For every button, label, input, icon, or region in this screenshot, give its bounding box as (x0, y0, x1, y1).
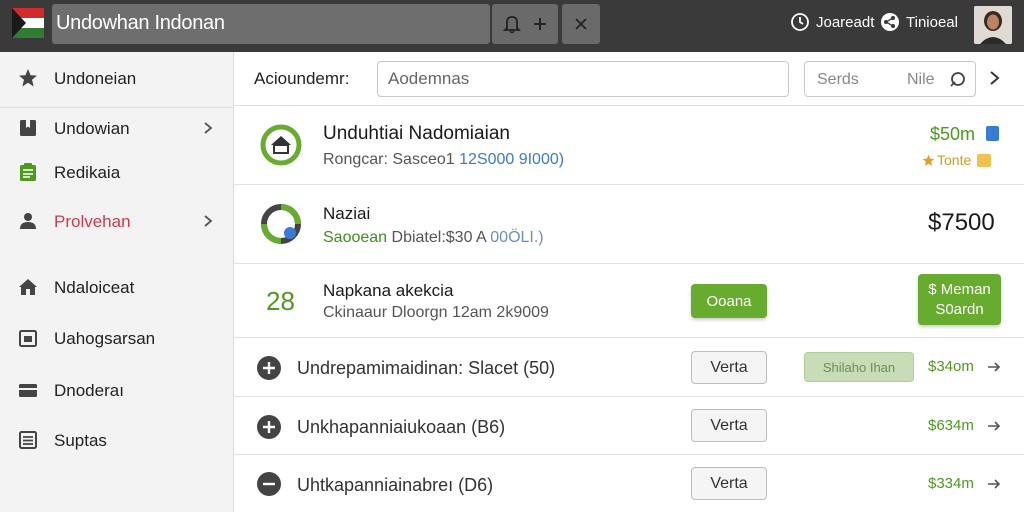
add-circle-icon[interactable] (256, 414, 282, 440)
plus-icon[interactable] (533, 17, 547, 31)
row-number: 28 (266, 286, 295, 316)
arrow-right-icon[interactable] (986, 476, 1002, 492)
card-icon (19, 384, 37, 397)
tools-button[interactable] (562, 4, 600, 44)
add-circle-icon[interactable] (256, 355, 282, 381)
sidebar-item-suptas[interactable]: Suptas (0, 420, 234, 460)
list-item-title: Uhtkapanniainabreı (D6) (297, 475, 494, 495)
clipboard-icon (20, 163, 36, 181)
list-item-title: Undrepamimaidinan: Slacet (50) (297, 358, 556, 378)
avatar[interactable] (974, 6, 1012, 44)
row-sub-value: 12S000 9I000) (459, 151, 565, 168)
share-icon[interactable] (880, 12, 900, 32)
verta-button[interactable]: Verta (691, 467, 767, 500)
sidebar-item-label: Dnoderaı (54, 381, 124, 400)
row-title: Naziai (323, 204, 371, 223)
notification-add-button[interactable] (492, 4, 558, 44)
primary-action-button[interactable]: Ooana (691, 284, 767, 318)
row-sub-prefix: Rongcar: Sasceo1 (323, 151, 455, 168)
sidebar-item-label: Prolvehan (54, 212, 131, 231)
arrow-right-icon[interactable] (986, 359, 1002, 375)
sidebar-item-undowian[interactable]: Undowian (0, 108, 234, 148)
row-price: $7500 (928, 209, 995, 236)
share-menu[interactable]: Tinioeal (880, 12, 958, 32)
tools-icon[interactable] (573, 16, 589, 32)
chevron-right-icon (204, 215, 213, 227)
refresh-search-icon[interactable] (949, 70, 967, 88)
home-badge-icon (260, 124, 302, 166)
row-title: Napkana akekcia (323, 281, 454, 300)
sidebar-item-uahogsarsan[interactable]: Uahogsarsan (0, 318, 234, 358)
plan-button-line1: $ Meman (928, 280, 991, 298)
chevron-right-icon (204, 122, 213, 134)
star-icon (19, 69, 37, 87)
app-title: Undowhan Indonan (56, 12, 225, 34)
search-filter-label: Nile (907, 71, 935, 88)
verta-button[interactable]: Verta (691, 351, 767, 384)
list-item[interactable]: Unduhtiai Nadomiaian Rongcar: Sasceo1 12… (234, 106, 1024, 185)
home-icon (19, 279, 37, 295)
sidebar-item-label: Redikaia (54, 163, 121, 182)
title-field[interactable]: Undowhan Indonan (52, 4, 490, 44)
row-sub-detail: Dbiatel:$30 A (391, 229, 486, 246)
row-subtitle: Saooean Dbiatel:$30 A 00ÖLΙ.) (323, 229, 544, 247)
list-item[interactable]: Undrepamimaidinan: Slacet (50) Verta Shi… (234, 338, 1024, 397)
list-item-price: $334m (928, 475, 974, 492)
remove-circle-icon[interactable] (256, 471, 282, 497)
sidebar-item-label: Ndaloiceat (54, 278, 135, 297)
row-sub-status: Saooean (323, 229, 388, 246)
row-subtitle: Rongcar: Sasceo1 12S000 9I000) (323, 151, 564, 169)
star-small-icon (922, 154, 935, 166)
clock-menu[interactable]: Joareadt (790, 12, 874, 32)
account-label: Acioundemr: (254, 69, 350, 88)
list-item[interactable]: Naziai Saooean Dbiatel:$30 A 00ÖLΙ.) $75… (234, 185, 1024, 264)
sidebar-item-redikaia[interactable]: Redikaia (0, 152, 234, 192)
sidebar-item-undoneian[interactable]: Undoneian (0, 58, 234, 98)
sidebar-item-label: Uahogsarsan (54, 329, 156, 348)
avatar-image (974, 6, 1012, 44)
list-item[interactable]: 28 Napkana akekcia Ckinaaur Dloorgn 12am… (234, 264, 1024, 338)
sidebar-item-label: Undoneian (54, 69, 137, 88)
sidebar-item-label: Suptas (54, 431, 107, 450)
filter-header: Acioundemr: Serds Nile (234, 52, 1024, 106)
tone-label: Tonte (937, 152, 972, 168)
clock-icon[interactable] (790, 12, 810, 32)
verta-button[interactable]: Verta (691, 409, 767, 442)
clock-label: Joareadt (816, 13, 875, 31)
status-badge[interactable]: Shilaho Ihan (804, 352, 914, 382)
account-input[interactable] (377, 61, 789, 97)
bell-icon[interactable] (503, 14, 521, 34)
calendar-icon (19, 330, 37, 347)
sidebar-item-dnoderai[interactable]: Dnoderaı (0, 370, 234, 410)
user-icon (20, 213, 36, 229)
row-subtitle: Ckinaaur Dloorgn 12am 2k9009 (323, 304, 549, 321)
bookmark-icon (20, 120, 36, 136)
sidebar-item-label: Undowian (54, 119, 130, 138)
flag-icon (12, 8, 44, 38)
sidebar: Undoneian Undowian Redikaia Prolvehan Nd… (0, 52, 234, 512)
sidebar-item-prolvehan[interactable]: Prolvehan (0, 201, 234, 241)
list-icon (19, 431, 37, 449)
row-sub-value: 00ÖLΙ.) (490, 229, 544, 246)
shield-badge-icon (261, 204, 301, 244)
row-title: Unduhtiai Nadomiaian (323, 123, 510, 144)
plan-button-line2: S0ardn (935, 300, 984, 318)
list-item-title: Unkhapanniaiukoaan (B6) (297, 417, 506, 437)
sidebar-item-ndaloiceat[interactable]: Ndaloiceat (0, 267, 234, 307)
tone-badge: Tonte (922, 152, 992, 168)
arrow-right-icon[interactable] (986, 418, 1002, 434)
list-item-price: $634m (928, 417, 974, 434)
search-placeholder: Serds (817, 71, 859, 88)
yellow-tag-icon (977, 153, 992, 167)
list-item[interactable]: Unkhapanniaiukoaan (B6) Verta $634m (234, 397, 1024, 455)
share-label: Tinioeal (906, 13, 958, 31)
chevron-right-icon[interactable] (986, 67, 1002, 89)
row-price: $50m (930, 124, 976, 144)
search-box[interactable]: Serds Nile (804, 61, 976, 97)
top-bar: Undowhan Indonan Joareadt Tinioeal (0, 0, 1024, 52)
plan-button[interactable]: $ Meman S0ardn (918, 274, 1001, 325)
list-item[interactable]: Uhtkapanniainabreı (D6) Verta $334m (234, 455, 1024, 512)
list-item-price: $34om (928, 358, 974, 375)
blue-tag-icon (986, 126, 999, 141)
